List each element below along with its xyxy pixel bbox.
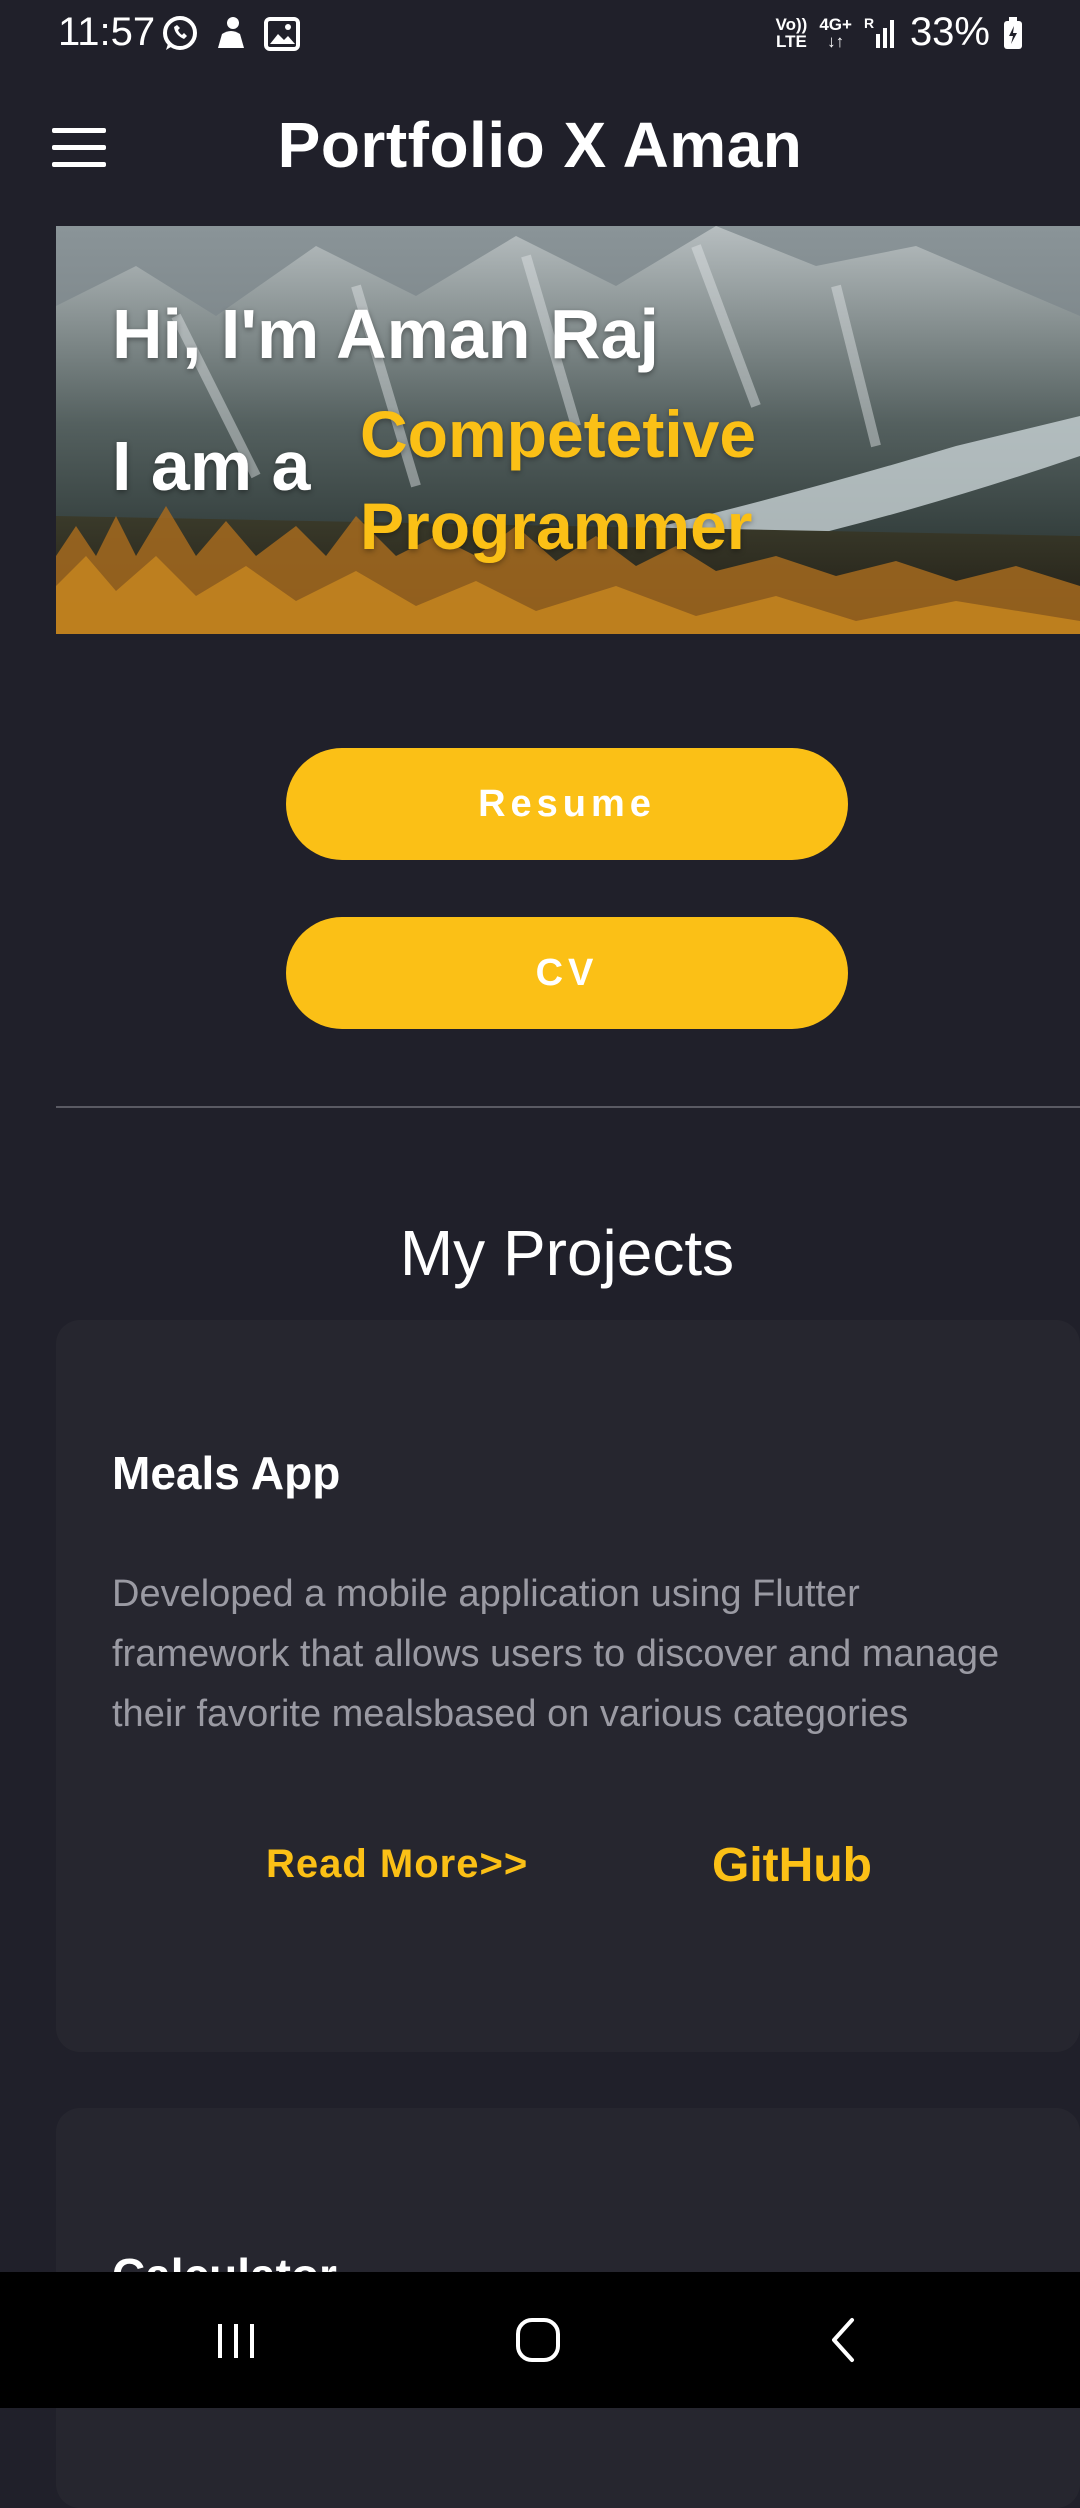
hero-greeting: Hi, I'm Aman Raj: [112, 295, 659, 373]
svg-text:R: R: [864, 16, 874, 31]
project-description: Developed a mobile application using Flu…: [112, 1573, 1000, 1735]
hero-role-line2: Programmer: [360, 489, 753, 563]
cv-button[interactable]: CV: [286, 917, 848, 1029]
hero-banner: Hi, I'm Aman Raj I am a Competetive Prog…: [56, 226, 1080, 634]
hero-role-line1: Competetive: [360, 397, 757, 471]
notification-icons: [160, 14, 302, 54]
project-title: Meals App: [112, 1447, 341, 1499]
hero-role: Competetive Programmer: [360, 388, 756, 572]
status-right: Vo)) LTE 4G+ ↓↑ R 33%: [776, 10, 1024, 55]
back-icon[interactable]: [814, 2310, 874, 2370]
data-indicator: 4G+ ↓↑: [819, 14, 852, 51]
home-icon[interactable]: [508, 2310, 568, 2370]
signal-icon: R: [864, 16, 894, 48]
read-more-link[interactable]: Read More>>: [266, 1842, 528, 1887]
status-time: 11:57: [58, 10, 156, 54]
app-title: Portfolio X Aman: [277, 109, 803, 181]
gallery-icon: [264, 17, 300, 51]
app-bar: Portfolio X Aman: [0, 68, 1080, 228]
recent-apps-icon[interactable]: [206, 2310, 266, 2370]
projects-heading: My Projects: [399, 1217, 735, 1289]
volte-indicator: Vo)) LTE: [775, 14, 808, 51]
project-card: Meals App Developed a mobile application…: [56, 1320, 1080, 2052]
hero-prefix: I am a: [112, 427, 311, 505]
status-bar: 11:57 Vo)) LTE 4G+ ↓↑ R 33%: [0, 0, 1080, 68]
battery-percent: 33%: [909, 10, 990, 54]
github-link[interactable]: GitHub: [712, 1838, 872, 1893]
system-nav-bar: [0, 2272, 1080, 2408]
battery-charging-icon: [1004, 16, 1022, 49]
resume-button[interactable]: Resume: [286, 748, 848, 860]
app-notification-icon: [218, 17, 244, 48]
divider: [56, 1106, 1080, 1108]
whatsapp-icon: [163, 16, 197, 50]
